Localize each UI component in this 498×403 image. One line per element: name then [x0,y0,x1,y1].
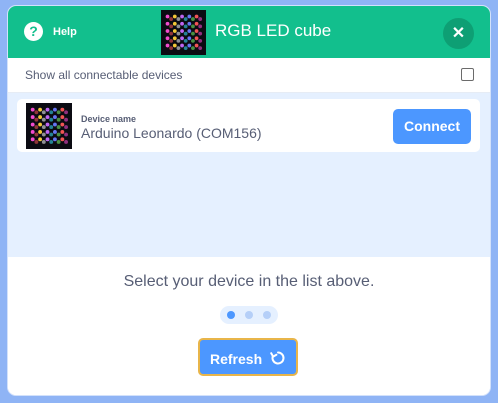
modal-footer: Select your device in the list above. Re… [8,257,490,395]
device-name: Arduino Leonardo (COM156) [81,125,262,141]
device-list-item: Device name Arduino Leonardo (COM156) Co… [17,99,480,152]
help-label: Help [53,25,77,38]
refresh-icon [270,351,285,365]
show-all-devices-row: Show all connectable devices [8,58,490,93]
device-list: Device name Arduino Leonardo (COM156) Co… [8,93,490,257]
rgb-led-cube-image [161,10,206,55]
refresh-button[interactable]: Refresh [198,338,298,376]
connect-button[interactable]: Connect [393,109,471,144]
device-image [26,103,72,149]
step-dot-active [227,311,235,319]
refresh-label: Refresh [210,351,263,367]
close-button[interactable]: ✕ [443,18,474,49]
show-all-devices-label: Show all connectable devices [25,68,183,82]
step-dot [245,311,253,319]
step-indicator [220,306,278,324]
device-name-label: Device name [81,114,137,124]
help-button[interactable]: ? Help [24,22,77,41]
show-all-devices-checkbox[interactable] [461,68,474,81]
modal-title: RGB LED cube [215,21,332,40]
connection-modal: ? Help RGB LED cube ✕ Show all connectab… [8,6,490,395]
modal-header: ? Help RGB LED cube ✕ [8,6,490,58]
close-icon: ✕ [451,25,466,42]
step-dot [263,311,271,319]
question-icon: ? [24,22,43,41]
instruction-text: Select your device in the list above. [123,273,375,290]
